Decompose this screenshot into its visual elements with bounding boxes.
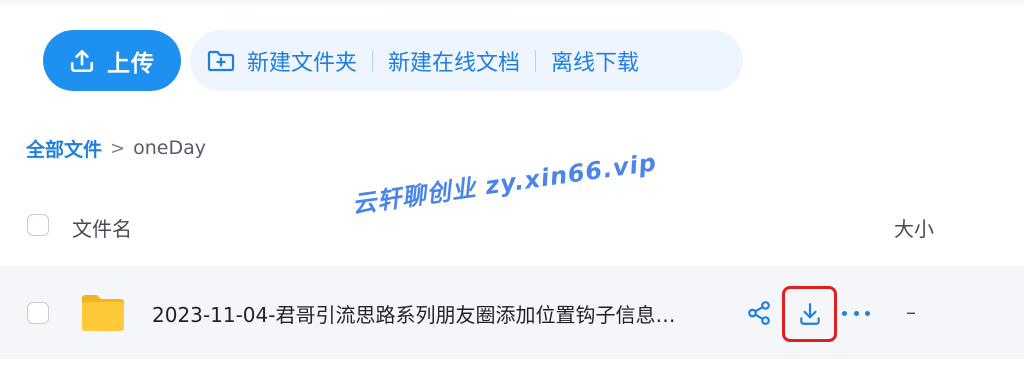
- offline-download-label: 离线下载: [551, 50, 640, 76]
- folder-add-icon: [207, 50, 235, 71]
- new-folder-button[interactable]: 新建文件夹: [207, 45, 357, 77]
- file-manager-page: 上传 新建文件夹 新建在线文档 离线下载 全部文件 > oneDay 文件名 大…: [0, 0, 1024, 379]
- download-button[interactable]: [782, 286, 837, 342]
- file-size: –: [906, 300, 916, 324]
- action-divider: [535, 49, 537, 72]
- more-options-button[interactable]: [842, 302, 870, 324]
- action-group: 新建文件夹 新建在线文档 离线下载: [190, 30, 743, 91]
- breadcrumb-root[interactable]: 全部文件: [26, 135, 102, 162]
- new-folder-label: 新建文件夹: [247, 50, 358, 76]
- upload-button[interactable]: 上传: [43, 30, 181, 91]
- row-checkbox[interactable]: [27, 302, 49, 324]
- upload-button-label: 上传: [107, 50, 155, 77]
- breadcrumb-separator: >: [110, 137, 126, 159]
- offline-download-button[interactable]: 离线下载: [551, 45, 639, 77]
- top-edge-shadow: [0, 0, 1024, 6]
- breadcrumb: 全部文件 > oneDay: [26, 134, 206, 162]
- table-header: 文件名 大小: [0, 203, 1024, 247]
- more-dot-icon: [842, 310, 847, 316]
- column-header-name[interactable]: 文件名: [72, 213, 132, 242]
- folder-icon: [82, 295, 124, 331]
- breadcrumb-current: oneDay: [133, 137, 206, 159]
- select-all-checkbox[interactable]: [27, 214, 49, 236]
- column-header-size[interactable]: 大小: [894, 213, 934, 242]
- more-dot-icon: [865, 310, 870, 316]
- upload-icon: [70, 49, 94, 72]
- more-dot-icon: [853, 310, 859, 316]
- file-name[interactable]: 2023-11-04-君哥引流思路系列朋友圈添加位置钩子信息…: [152, 299, 748, 328]
- download-icon: [799, 303, 820, 325]
- action-divider: [372, 49, 374, 72]
- new-online-doc-label: 新建在线文档: [388, 50, 521, 76]
- new-online-doc-button[interactable]: 新建在线文档: [388, 45, 520, 77]
- share-icon[interactable]: [746, 300, 772, 326]
- table-row[interactable]: 2023-11-04-君哥引流思路系列朋友圈添加位置钩子信息… –: [0, 266, 1024, 359]
